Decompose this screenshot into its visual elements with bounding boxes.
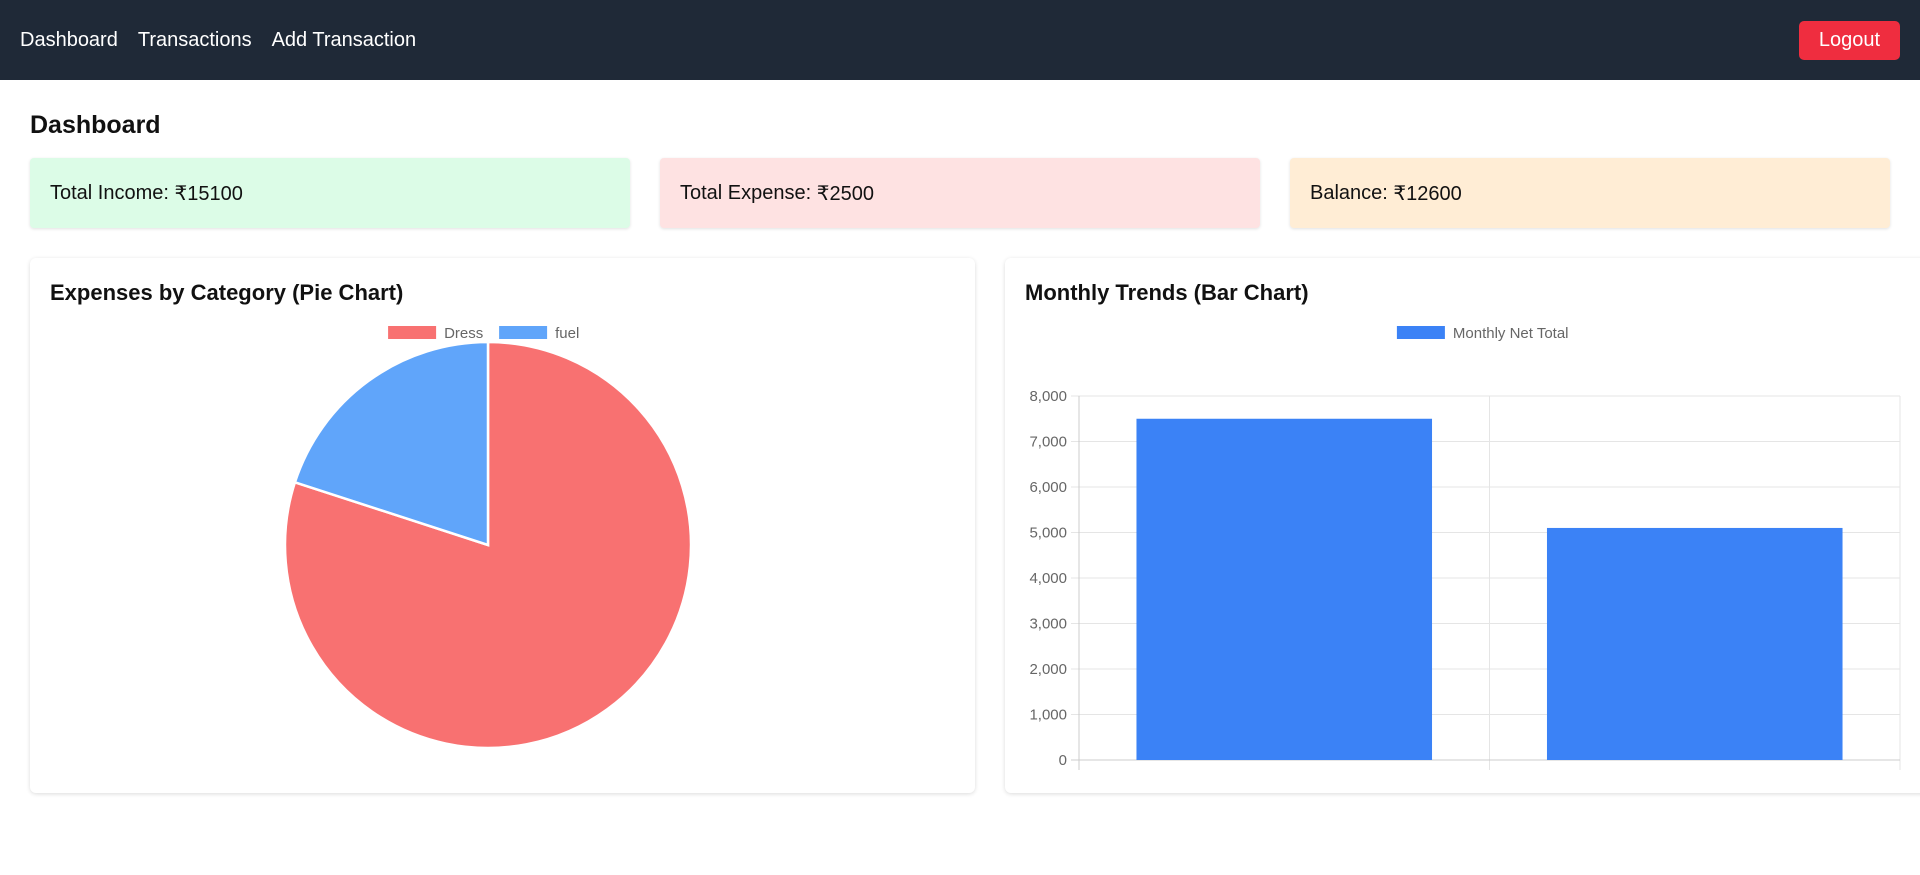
- main-content: Dashboard Total Income: ₹15100 Total Expe…: [0, 113, 1920, 793]
- top-navbar: Dashboard Transactions Add Transaction L…: [0, 0, 1920, 80]
- y-tick-label: 3,000: [1029, 616, 1067, 633]
- legend-label-monthly-net-total: Monthly Net Total: [1453, 325, 1569, 342]
- x-tick-label: Jun 2025: [1253, 773, 1315, 776]
- legend-label-dress: Dress: [444, 325, 483, 342]
- bar-chart: Monthly Net Total 0 1,000 2,000 3,000 4,000 5,…: [1029, 325, 1901, 790]
- y-tick-label: 8,000: [1029, 388, 1067, 405]
- y-tick-label: 5,000: [1029, 525, 1067, 542]
- bar-chart-title: Monthly Trends (Bar Chart): [1025, 280, 1309, 305]
- total-income-card: Total Income: ₹15100: [30, 158, 630, 228]
- nav-link-transactions[interactable]: Transactions: [138, 29, 252, 52]
- balance-label: Balance:: [1310, 181, 1388, 204]
- total-income-label: Total Income:: [50, 181, 169, 204]
- y-tick-label: 2,000: [1029, 661, 1067, 678]
- y-tick-label: 4,000: [1029, 570, 1067, 587]
- x-tick-label: May 2025: [1662, 773, 1728, 776]
- page-title: Dashboard: [30, 111, 161, 139]
- nav-link-dashboard[interactable]: Dashboard: [20, 29, 118, 52]
- y-tick-label: 1,000: [1029, 707, 1067, 724]
- legend-label-fuel: fuel: [555, 325, 579, 342]
- y-tick-label: 7,000: [1029, 434, 1067, 451]
- logout-button[interactable]: Logout: [1798, 20, 1900, 60]
- charts-row: Expenses by Category (Pie Chart) Dress fu…: [30, 258, 1920, 793]
- y-tick-label: 6,000: [1029, 479, 1067, 496]
- bar-jun-2025: [1136, 419, 1433, 761]
- summary-cards: Total Income: ₹15100 Total Expense: ₹2500 …: [30, 158, 1890, 228]
- nav-links: Dashboard Transactions Add Transaction: [20, 29, 416, 52]
- y-tick-label: 0: [1059, 752, 1067, 769]
- bar-may-2025: [1546, 528, 1843, 761]
- pie-chart: Dress fuel: [283, 325, 693, 750]
- bar-chart-panel: Monthly Trends (Bar Chart) Monthly Net T…: [1005, 258, 1920, 793]
- legend-swatch-dress: [388, 326, 437, 340]
- pie-chart-title: Expenses by Category (Pie Chart): [50, 280, 404, 305]
- pie-chart-panel: Expenses by Category (Pie Chart) Dress fu…: [30, 258, 975, 793]
- total-expense-label: Total Expense:: [680, 181, 812, 204]
- total-expense-card: Total Expense: ₹2500: [660, 158, 1260, 228]
- balance-value: ₹12600: [1393, 182, 1462, 205]
- legend-swatch-monthly-net-total: [1396, 326, 1445, 340]
- total-income-value: ₹15100: [174, 182, 243, 205]
- nav-link-add-transaction[interactable]: Add Transaction: [272, 29, 417, 52]
- balance-card: Balance: ₹12600: [1290, 158, 1890, 228]
- total-expense-value: ₹2500: [816, 182, 874, 205]
- legend-swatch-fuel: [499, 326, 548, 340]
